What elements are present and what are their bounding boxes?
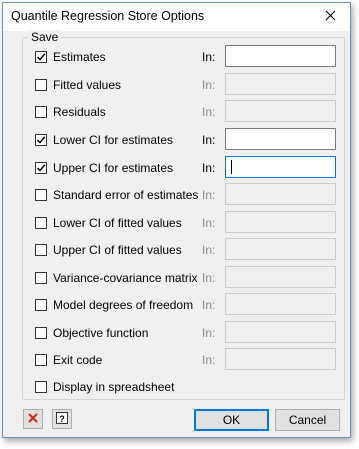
checkbox-label: Display in spreadsheet	[53, 380, 175, 394]
checkbox-objective-function[interactable]	[35, 327, 47, 339]
in-label: In:	[202, 216, 216, 230]
checkbox-model-df[interactable]	[35, 299, 47, 311]
checkbox-label: Residuals	[53, 105, 106, 119]
checkbox-label: Upper CI of fitted values	[53, 243, 182, 257]
exit-code-input[interactable]	[225, 348, 336, 370]
row-residuals: Residuals In:	[35, 100, 340, 125]
checkbox-residuals[interactable]	[35, 106, 47, 118]
fitted-values-input[interactable]	[225, 73, 336, 95]
upper-ci-fitted-input[interactable]	[225, 238, 336, 260]
in-label: In:	[202, 353, 216, 367]
lower-ci-estimates-input[interactable]	[225, 128, 336, 150]
in-label: In:	[202, 188, 216, 202]
in-label: In:	[202, 50, 216, 64]
checkmark-icon	[36, 164, 46, 172]
checkbox-label: Objective function	[53, 326, 149, 340]
in-label: In:	[202, 133, 216, 147]
checkbox-exit-code[interactable]	[35, 354, 47, 366]
text-caret	[231, 160, 232, 174]
checkbox-label: Upper CI for estimates	[53, 161, 174, 175]
in-label: In:	[202, 298, 216, 312]
checkbox-label: Exit code	[53, 353, 103, 367]
save-group-label: Save	[28, 30, 62, 44]
standard-error-input[interactable]	[225, 183, 336, 205]
in-label: In:	[202, 105, 216, 119]
checkbox-upper-ci-estimates[interactable]	[35, 162, 47, 174]
row-standard-error: Standard error of estimates In:	[35, 183, 340, 208]
title-bar: Quantile Regression Store Options	[3, 3, 350, 31]
svg-text:?: ?	[59, 414, 65, 424]
checkbox-label: Model degrees of freedom	[53, 298, 194, 312]
row-objective-function: Objective function In:	[35, 321, 340, 346]
in-label: In:	[202, 78, 216, 92]
in-label: In:	[202, 161, 216, 175]
checkbox-label: Variance-covariance matrix	[53, 271, 198, 285]
objective-function-input[interactable]	[225, 321, 336, 343]
model-df-input[interactable]	[225, 293, 336, 315]
checkbox-label: Lower CI of fitted values	[53, 216, 182, 230]
close-icon	[325, 10, 336, 24]
checkbox-variance-covariance[interactable]	[35, 272, 47, 284]
row-lower-ci-estimates: Lower CI for estimates In:	[35, 128, 340, 153]
row-lower-ci-fitted: Lower CI of fitted values In:	[35, 211, 340, 236]
checkbox-fitted-values[interactable]	[35, 79, 47, 91]
row-estimates: Estimates In:	[35, 45, 340, 70]
checkbox-upper-ci-fitted[interactable]	[35, 244, 47, 256]
checkbox-label: Estimates	[53, 50, 106, 64]
checkbox-lower-ci-fitted[interactable]	[35, 217, 47, 229]
clear-button[interactable]	[23, 409, 43, 429]
row-display-spreadsheet: Display in spreadsheet	[35, 376, 340, 400]
row-variance-covariance: Variance-covariance matrix In:	[35, 266, 340, 291]
checkbox-display-spreadsheet[interactable]	[35, 381, 47, 393]
row-upper-ci-estimates: Upper CI for estimates In:	[35, 156, 340, 181]
checkmark-icon	[36, 53, 46, 61]
row-fitted-values: Fitted values In:	[35, 73, 340, 98]
in-label: In:	[202, 243, 216, 257]
checkmark-icon	[36, 136, 46, 144]
checkbox-label: Lower CI for estimates	[53, 133, 174, 147]
upper-ci-estimates-input[interactable]	[225, 156, 336, 178]
checkbox-lower-ci-estimates[interactable]	[35, 134, 47, 146]
in-label: In:	[202, 326, 216, 340]
residuals-input[interactable]	[225, 100, 336, 122]
help-icon: ?	[55, 411, 69, 428]
clear-x-icon	[27, 412, 39, 427]
help-button[interactable]: ?	[52, 409, 72, 429]
variance-covariance-input[interactable]	[225, 266, 336, 288]
checkbox-standard-error[interactable]	[35, 189, 47, 201]
row-model-df: Model degrees of freedom In:	[35, 293, 340, 318]
lower-ci-fitted-input[interactable]	[225, 211, 336, 233]
row-exit-code: Exit code In:	[35, 348, 340, 373]
close-button[interactable]	[310, 3, 350, 31]
window-title: Quantile Regression Store Options	[11, 9, 205, 23]
estimates-input[interactable]	[225, 45, 336, 67]
cancel-button[interactable]: Cancel	[275, 409, 340, 431]
checkbox-estimates[interactable]	[35, 51, 47, 63]
checkbox-label: Fitted values	[53, 78, 122, 92]
row-upper-ci-fitted: Upper CI of fitted values In:	[35, 238, 340, 263]
ok-button[interactable]: OK	[194, 409, 269, 431]
checkbox-label: Standard error of estimates	[53, 188, 199, 202]
in-label: In:	[202, 271, 216, 285]
